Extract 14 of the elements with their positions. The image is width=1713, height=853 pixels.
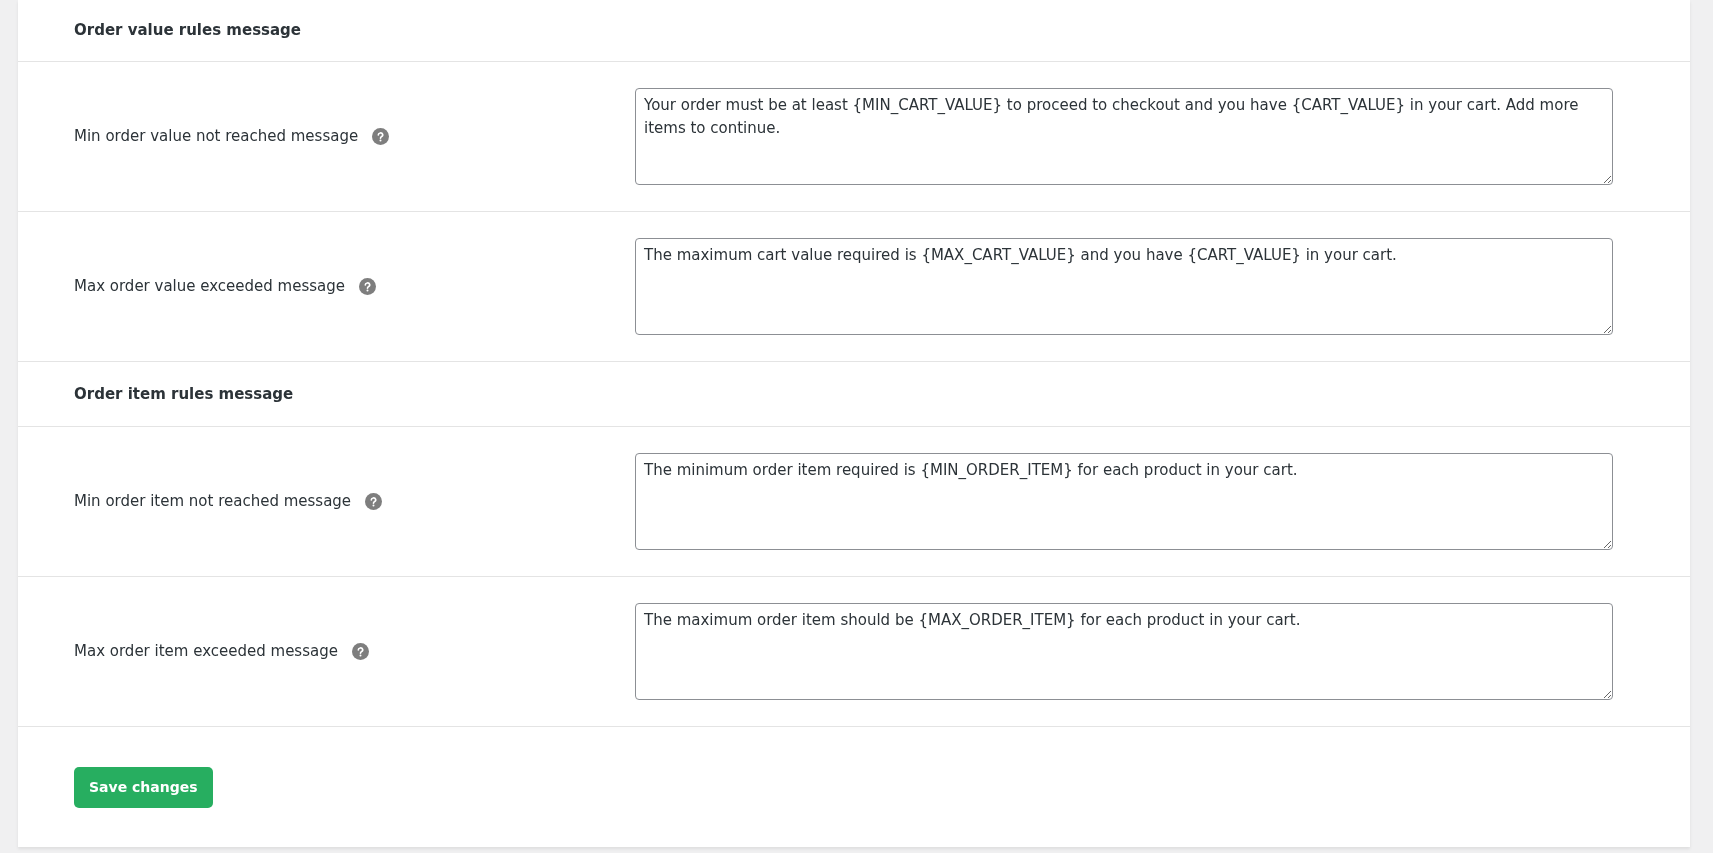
field-label: Max order value exceeded message [74, 276, 346, 298]
field-label: Min order value not reached message [74, 126, 359, 148]
field-label: Max order item exceeded message [74, 641, 338, 663]
help-icon[interactable] [359, 278, 377, 295]
message-field[interactable]: Your order must be at least {MIN_CART_VALUE} to proceed to checkout and you have {CART_VALUE} in your cart. Add more items to continue. [635, 88, 1613, 185]
section-heading: Order item rules message [18, 362, 1690, 427]
help-icon[interactable] [365, 493, 383, 510]
field-label: Min order item not reached message [74, 491, 352, 513]
help-icon[interactable] [351, 643, 369, 660]
message-field[interactable]: The maximum cart value required is {MAX_CART_VALUE} and you have {CART_VALUE} in your cart. [635, 238, 1613, 335]
help-icon[interactable] [372, 128, 390, 145]
message-field[interactable]: The minimum order item required is {MIN_ORDER_ITEM} for each product in your cart. [635, 453, 1613, 550]
message-field[interactable]: The maximum order item should be {MAX_ORDER_ITEM} for each product in your cart. [635, 603, 1613, 700]
section-heading: Order value rules message [18, 0, 1690, 62]
